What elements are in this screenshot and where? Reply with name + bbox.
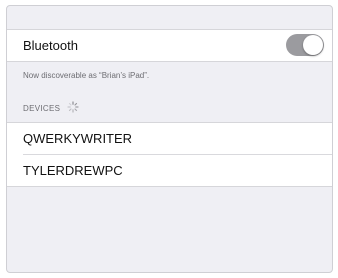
device-name: QWERKYWRITER — [23, 131, 133, 146]
bluetooth-label: Bluetooth — [23, 38, 78, 53]
devices-list: QWERKYWRITER TYLERDREWPC — [7, 122, 332, 187]
settings-screen: Bluetooth Now discoverable as “Brian’s i… — [6, 5, 333, 273]
bluetooth-toggle[interactable] — [286, 34, 324, 56]
loading-spinner-icon — [67, 101, 79, 113]
device-row-tylerdrewpc[interactable]: TYLERDREWPC — [23, 154, 332, 186]
bluetooth-group: Bluetooth — [7, 29, 332, 62]
device-name: TYLERDREWPC — [23, 163, 123, 178]
devices-section-header: DEVICES — [23, 101, 79, 113]
discoverable-status: Now discoverable as “Brian’s iPad”. — [23, 71, 150, 80]
devices-header-label: DEVICES — [23, 104, 61, 113]
bluetooth-row: Bluetooth — [7, 30, 332, 61]
toggle-knob — [303, 35, 323, 55]
device-row-qwerkywriter[interactable]: QWERKYWRITER — [7, 123, 332, 154]
